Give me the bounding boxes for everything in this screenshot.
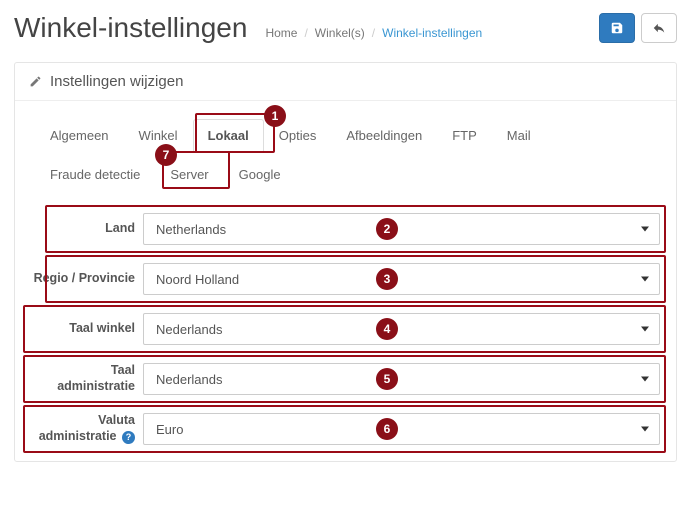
label-land: Land <box>31 221 143 237</box>
page-title: Winkel-instellingen <box>14 12 247 44</box>
tab-afbeeldingen[interactable]: Afbeeldingen <box>331 119 437 152</box>
tab-opties[interactable]: Opties <box>264 119 332 152</box>
chevron-down-icon <box>641 427 649 432</box>
pencil-icon <box>29 75 42 88</box>
chevron-down-icon <box>641 377 649 382</box>
label-regio: Regio / Provincie <box>31 271 143 287</box>
tab-algemeen[interactable]: Algemeen <box>35 119 124 152</box>
back-button[interactable] <box>641 13 677 43</box>
row-taal-admin: Taal administratie Nederlands 5 <box>31 363 660 395</box>
select-taal-winkel[interactable]: Nederlands <box>143 313 660 345</box>
breadcrumb-separator: / <box>304 26 307 40</box>
row-regio: Regio / Provincie Noord Holland 3 <box>31 263 660 295</box>
panel-header: Instellingen wijzigen <box>15 63 676 101</box>
tabs: Algemeen Winkel Lokaal Opties Afbeelding… <box>35 119 656 191</box>
chevron-down-icon <box>641 327 649 332</box>
panel-title: Instellingen wijzigen <box>50 73 183 90</box>
select-taal-winkel-value: Nederlands <box>156 322 223 337</box>
select-valuta-admin-value: Euro <box>156 422 183 437</box>
row-land: Land Netherlands 2 <box>31 213 660 245</box>
breadcrumb-current[interactable]: Winkel-instellingen <box>382 26 482 40</box>
breadcrumb-home[interactable]: Home <box>265 26 297 40</box>
settings-panel: Instellingen wijzigen Algemeen Winkel Lo… <box>14 62 677 462</box>
annotation-badge-6: 6 <box>376 418 398 440</box>
save-icon <box>610 21 624 35</box>
breadcrumb-stores[interactable]: Winkel(s) <box>315 26 365 40</box>
chevron-down-icon <box>641 227 649 232</box>
breadcrumb-separator: / <box>372 26 375 40</box>
select-valuta-admin[interactable]: Euro <box>143 413 660 445</box>
breadcrumb: Home / Winkel(s) / Winkel-instellingen <box>265 16 599 40</box>
select-taal-admin-value: Nederlands <box>156 372 223 387</box>
annotation-badge-5: 5 <box>376 368 398 390</box>
chevron-down-icon <box>641 277 649 282</box>
tab-lokaal[interactable]: Lokaal <box>193 119 264 152</box>
reply-arrow-icon <box>652 21 666 35</box>
tab-google[interactable]: Google <box>224 158 296 191</box>
row-taal-winkel: Taal winkel Nederlands 4 <box>31 313 660 345</box>
label-taal-winkel: Taal winkel <box>31 321 143 337</box>
tab-winkel[interactable]: Winkel <box>124 119 193 152</box>
select-land[interactable]: Netherlands <box>143 213 660 245</box>
tab-server[interactable]: Server <box>155 158 223 191</box>
select-taal-admin[interactable]: Nederlands <box>143 363 660 395</box>
label-valuta-admin: Valuta administratie ? <box>31 413 143 444</box>
save-button[interactable] <box>599 13 635 43</box>
label-taal-admin: Taal administratie <box>31 363 143 394</box>
annotation-badge-3: 3 <box>376 268 398 290</box>
row-valuta-admin: Valuta administratie ? Euro 6 <box>31 413 660 445</box>
annotation-badge-2: 2 <box>376 218 398 240</box>
select-regio-value: Noord Holland <box>156 272 239 287</box>
annotation-badge-4: 4 <box>376 318 398 340</box>
select-land-value: Netherlands <box>156 222 226 237</box>
help-icon[interactable]: ? <box>122 431 135 444</box>
tab-mail[interactable]: Mail <box>492 119 546 152</box>
tab-fraude[interactable]: Fraude detectie <box>35 158 155 191</box>
select-regio[interactable]: Noord Holland <box>143 263 660 295</box>
tab-ftp[interactable]: FTP <box>437 119 492 152</box>
